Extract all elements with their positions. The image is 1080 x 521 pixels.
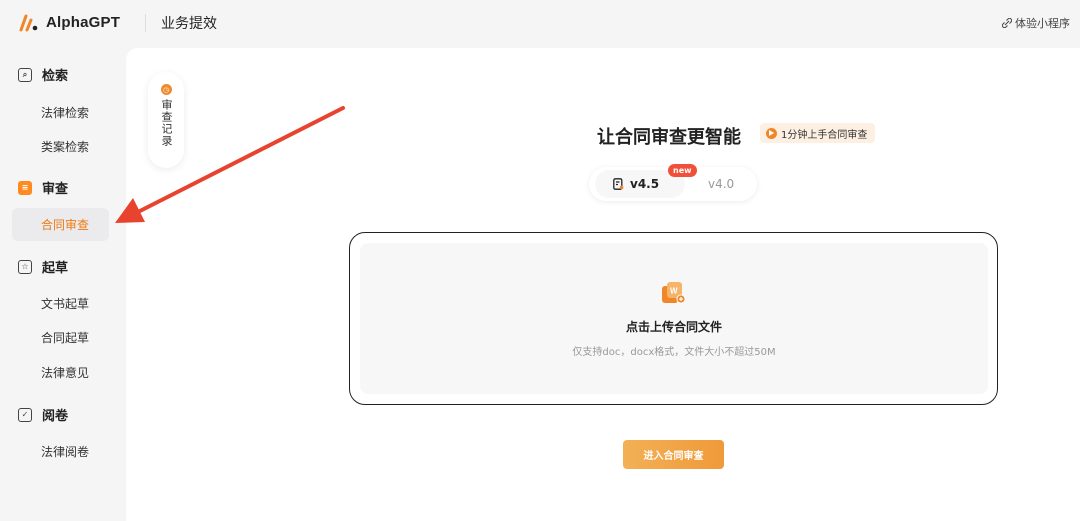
sidebar-item-contract-drafting[interactable]: 合同起草	[12, 321, 109, 354]
version-v45-tab[interactable]: v4.5 new	[595, 164, 697, 198]
mini-program-link[interactable]: 体验小程序	[1002, 15, 1070, 31]
sidebar-item-label: 类案检索	[41, 140, 90, 154]
alpha-logo-icon	[19, 14, 38, 32]
sidebar-item-contract-review[interactable]: 合同审查	[12, 208, 109, 241]
sidebar-item-case-search[interactable]: 类案检索	[12, 130, 109, 163]
section-title: 业务提效	[161, 16, 217, 32]
sidebar-item-legal-opinion[interactable]: 法律意见	[12, 356, 109, 389]
version-active-label: v4.5	[630, 177, 660, 191]
upload-hint: 仅支持doc，docx格式，文件大小不超过50M	[572, 347, 776, 358]
sidebar-group-drafting[interactable]: ☆ 起草	[18, 257, 68, 276]
header-divider	[145, 14, 146, 32]
sidebar-item-label: 合同起草	[41, 331, 90, 345]
word-file-icon: W	[662, 282, 686, 304]
svg-text:W: W	[670, 287, 678, 296]
review-history-button[interactable]: ◷ 审查记录	[148, 72, 184, 168]
sidebar-item-legal-reading[interactable]: 法律阅卷	[12, 435, 109, 468]
document-edit-icon	[613, 178, 624, 190]
sidebar-item-document-drafting[interactable]: 文书起草	[12, 287, 109, 320]
link-icon	[1002, 18, 1012, 28]
star-icon: ☆	[18, 259, 32, 274]
document-icon: ≡	[18, 180, 32, 195]
sidebar-item-label: 法律检索	[41, 106, 90, 120]
sidebar-group-label: 阅卷	[42, 409, 69, 424]
sidebar-group-label: 审查	[42, 182, 69, 197]
sidebar-group-reading[interactable]: ✓ 阅卷	[18, 405, 68, 424]
upload-dropzone[interactable]: W 点击上传合同文件 仅支持doc，docx格式，文件大小不超过50M	[360, 243, 988, 394]
review-history-label: 审查记录	[160, 99, 173, 147]
upload-area[interactable]: W 点击上传合同文件 仅支持doc，docx格式，文件大小不超过50M	[349, 232, 998, 405]
sidebar-item-label: 法律意见	[41, 366, 90, 380]
app-name: AlphaGPT	[46, 13, 121, 31]
play-icon	[766, 127, 777, 139]
sidebar-item-legal-search[interactable]: 法律检索	[12, 96, 109, 129]
page-title: 让合同审查更智能	[597, 127, 741, 148]
new-badge: new	[668, 164, 697, 177]
app-logo[interactable]: AlphaGPT	[18, 11, 120, 33]
version-v40-tab[interactable]: v4.0	[708, 177, 734, 191]
sidebar-item-label: 合同审查	[41, 218, 90, 232]
check-icon: ✓	[18, 407, 32, 422]
mini-program-label: 体验小程序	[1015, 17, 1070, 30]
tutorial-link[interactable]: 1分钟上手合同审查	[760, 123, 876, 143]
version-switch: v4.5 new v4.0	[589, 164, 757, 201]
tutorial-label: 1分钟上手合同审查	[781, 129, 868, 141]
sidebar: ⌕ 检索 法律检索 类案检索 ≡ 审查 合同审查 ☆ 起草 文书起草 合同起草 …	[0, 48, 126, 521]
sidebar-item-label: 法律阅卷	[41, 445, 90, 459]
sidebar-group-label: 起草	[42, 261, 69, 276]
top-header: AlphaGPT 业务提效 体验小程序	[0, 0, 1080, 48]
upload-title: 点击上传合同文件	[625, 320, 722, 334]
sidebar-group-review[interactable]: ≡ 审查	[18, 178, 68, 197]
sidebar-group-search[interactable]: ⌕ 检索	[18, 65, 68, 84]
clock-icon: ◷	[160, 84, 172, 95]
sidebar-item-label: 文书起草	[41, 297, 90, 311]
start-review-button[interactable]: 进入合同审查	[623, 440, 724, 469]
search-icon: ⌕	[18, 67, 32, 82]
sidebar-group-label: 检索	[42, 69, 69, 84]
